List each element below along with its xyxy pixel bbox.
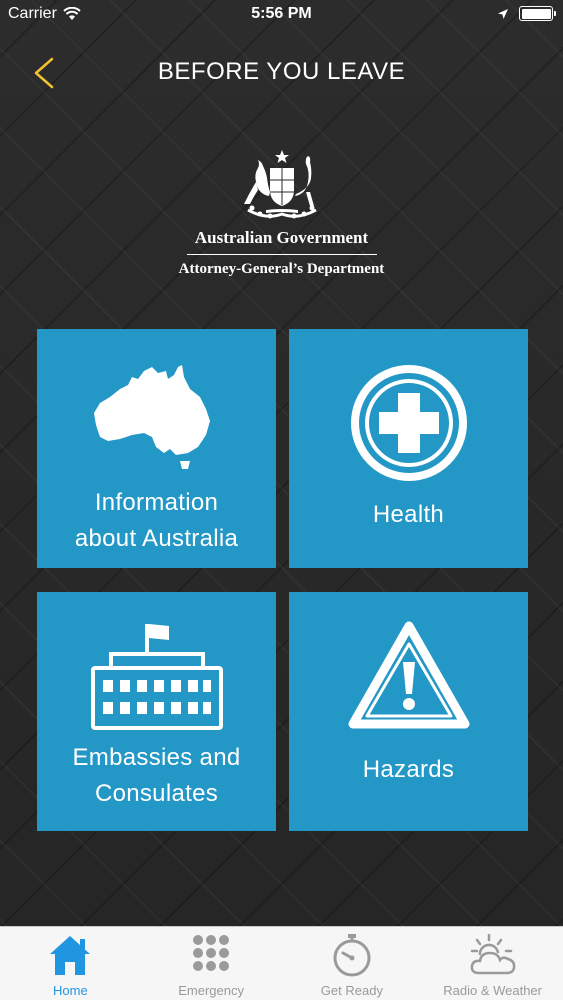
- tile-label-line2: Consulates: [94, 780, 219, 807]
- tab-label-emergency: Emergency: [178, 983, 244, 998]
- tile-label-line1: Information: [94, 489, 219, 516]
- tab-label-home: Home: [53, 983, 88, 998]
- tab-label-radio-weather: Radio & Weather: [443, 983, 542, 998]
- status-time: 5:56 PM: [251, 5, 312, 22]
- tile-information-about-australia[interactable]: Information about Australia: [37, 329, 276, 568]
- tab-home[interactable]: Home: [0, 927, 141, 1000]
- tab-label-get-ready: Get Ready: [320, 983, 383, 998]
- status-bar: Carrier 5:56 PM: [0, 0, 563, 30]
- embassy-building-icon: [91, 624, 223, 730]
- page-title: BEFORE YOU LEAVE: [157, 58, 406, 85]
- navigation-bar: BEFORE YOU LEAVE: [0, 50, 563, 94]
- tab-get-ready[interactable]: Get Ready: [282, 927, 423, 1000]
- tile-label-line1: Hazards: [362, 756, 455, 783]
- logo-line-department: Attorney-General’s Department: [178, 261, 385, 277]
- tab-radio-weather[interactable]: Radio & Weather: [422, 927, 563, 1000]
- home-icon: [50, 936, 91, 975]
- logo-line-government: Australian Government: [194, 228, 369, 247]
- tile-label-line2: about Australia: [74, 525, 239, 552]
- location-arrow-icon: [498, 8, 508, 19]
- tab-bar: Home Emergency Get Ready Radio & Weather: [0, 926, 563, 1000]
- coat-of-arms-icon: [243, 150, 317, 219]
- tile-embassies-and-consulates[interactable]: Embassies and Consulates: [37, 592, 276, 831]
- logo-divider: [186, 254, 377, 255]
- government-logo: Australian Government Attorney-General’s…: [0, 148, 563, 288]
- stopwatch-icon: [333, 934, 371, 977]
- battery-icon: [519, 6, 556, 21]
- australia-map-icon: [94, 365, 210, 469]
- sun-cloud-icon: [470, 933, 515, 975]
- tab-emergency[interactable]: Emergency: [141, 927, 282, 1000]
- tile-label-line1: Embassies and: [72, 744, 241, 771]
- tile-label-line1: Health: [372, 501, 445, 528]
- warning-triangle-icon: [348, 621, 470, 729]
- medical-cross-icon: [351, 365, 467, 481]
- keypad-icon: [193, 935, 230, 971]
- status-right: [497, 6, 556, 21]
- tile-health[interactable]: Health: [289, 329, 528, 568]
- tile-hazards[interactable]: Hazards: [289, 592, 528, 831]
